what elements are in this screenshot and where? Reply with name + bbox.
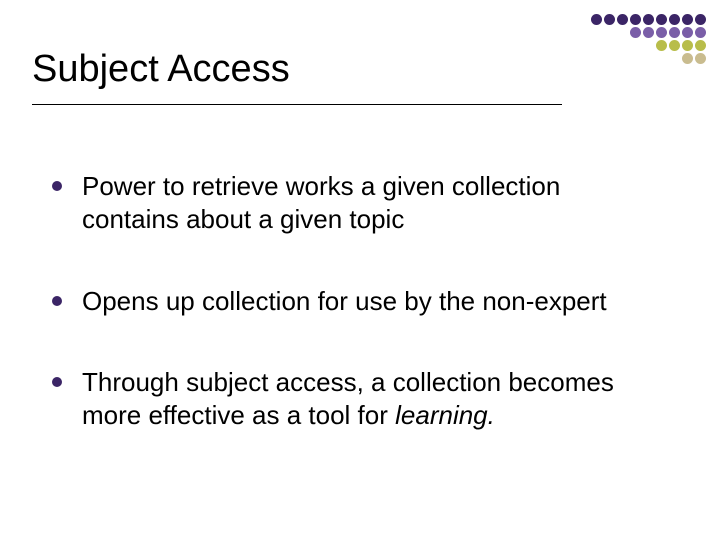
bullet-text: Opens up collection for use by the non-e… [82,285,607,318]
decor-dot [682,53,693,64]
list-item: Opens up collection for use by the non-e… [52,285,652,318]
slide-title: Subject Access [32,48,290,91]
decor-dot [630,14,641,25]
bullet-icon [52,296,62,306]
decor-dot [695,40,706,51]
decor-dot [643,14,654,25]
decor-dot [591,14,602,25]
bullet-icon [52,377,62,387]
decor-dot [656,14,667,25]
decor-dot [617,14,628,25]
decor-dot [656,40,667,51]
decor-dot [669,14,680,25]
decor-dot [695,27,706,38]
decor-dot [643,27,654,38]
title-underline [32,104,562,105]
bullet-text: Through subject access, a collection bec… [82,366,652,433]
decor-dot [682,40,693,51]
list-item: Power to retrieve works a given collecti… [52,170,652,237]
decor-dot [669,27,680,38]
bullet-list: Power to retrieve works a given collecti… [52,170,652,480]
decor-dot [682,27,693,38]
decor-dot [656,27,667,38]
decor-dot [669,40,680,51]
list-item: Through subject access, a collection bec… [52,366,652,433]
bullet-text: Power to retrieve works a given collecti… [82,170,652,237]
decor-dot [695,14,706,25]
decor-dot [682,14,693,25]
decor-dot-grid [591,14,706,64]
bullet-icon [52,181,62,191]
decor-dot [695,53,706,64]
decor-dot [604,14,615,25]
decor-dot [630,27,641,38]
